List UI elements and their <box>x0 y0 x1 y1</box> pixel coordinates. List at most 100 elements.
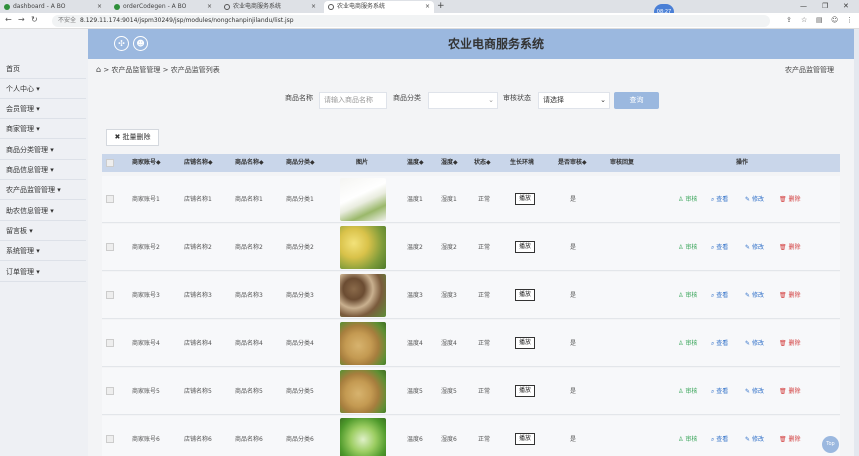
edit-button[interactable]: ✎ 修改 <box>745 416 764 456</box>
col-shop[interactable]: 店铺名称◆ <box>184 154 213 172</box>
reading-list-icon[interactable]: ▤ <box>816 16 823 24</box>
forward-icon[interactable]: → <box>18 15 25 24</box>
sidebar-item-categories[interactable]: 商品分类管理 ▾ <box>0 140 86 160</box>
view-label: 查看 <box>716 388 729 395</box>
share-icon[interactable]: ⇪ <box>786 16 792 24</box>
sidebar-item-messages[interactable]: 留言板 ▾ <box>0 221 86 241</box>
col-product[interactable]: 商品名称◆ <box>235 154 264 172</box>
status-select[interactable]: 请选择 ⌄ <box>538 92 610 109</box>
edit-button[interactable]: ✎ 修改 <box>745 272 764 319</box>
row-checkbox[interactable] <box>106 243 114 251</box>
cell-shop: 店铺名称5 <box>184 388 212 395</box>
breadcrumb-level1[interactable]: 农产品监管管理 <box>111 66 160 74</box>
audit-button[interactable]: ♙ 审核 <box>678 272 697 319</box>
collapse-icon[interactable]: ✣ <box>114 36 129 51</box>
select-all-checkbox[interactable] <box>106 159 114 167</box>
play-button[interactable]: 播放 <box>515 241 535 253</box>
page-scrollbar[interactable] <box>854 29 859 456</box>
cell-shop: 店铺名称4 <box>184 340 212 347</box>
sidebar-item-supervision[interactable]: 农产品监管管理 ▾ <box>0 180 86 200</box>
delete-button[interactable]: 🗑 删除 <box>779 176 801 223</box>
view-button[interactable]: ⌕ 查看 <box>711 176 728 223</box>
audit-button[interactable]: ♙ 审核 <box>678 368 697 415</box>
close-tab-icon[interactable]: × <box>207 1 212 13</box>
play-button[interactable]: 播放 <box>515 385 535 397</box>
sidebar-item-orders[interactable]: 订单管理 ▾ <box>0 262 86 282</box>
play-button[interactable]: 播放 <box>515 337 535 349</box>
batch-delete-button[interactable]: ✖ 批量删除 <box>106 129 159 146</box>
close-tab-icon[interactable]: × <box>425 1 430 13</box>
col-category[interactable]: 商品分类◆ <box>286 154 315 172</box>
col-humid[interactable]: 湿度◆ <box>441 154 458 172</box>
row-checkbox[interactable] <box>106 387 114 395</box>
sidebar-item-assistance[interactable]: 助农信息管理 ▾ <box>0 201 86 221</box>
view-button[interactable]: ⌕ 查看 <box>711 416 728 456</box>
back-to-top-button[interactable]: Top <box>822 436 839 453</box>
play-button[interactable]: 播放 <box>515 289 535 301</box>
view-label: 查看 <box>716 292 729 299</box>
delete-button[interactable]: 🗑 删除 <box>779 416 801 456</box>
tab-label: dashboard - A BO <box>13 3 66 10</box>
minimize-icon[interactable]: — <box>800 0 807 12</box>
cell-status: 正常 <box>478 340 491 347</box>
delete-button[interactable]: 🗑 删除 <box>779 368 801 415</box>
product-name-input[interactable]: 请输入商品名称 <box>319 92 387 109</box>
browser-tab-active[interactable]: 农业电商服务系统 × <box>324 1 434 13</box>
col-temp[interactable]: 温度◆ <box>407 154 424 172</box>
sidebar-item-personal[interactable]: 个人中心 ▾ <box>0 79 86 99</box>
sidebar-item-home[interactable]: 首页 <box>0 59 86 79</box>
cell-category: 商品分类5 <box>286 388 314 395</box>
delete-button[interactable]: 🗑 删除 <box>779 272 801 319</box>
edit-button[interactable]: ✎ 修改 <box>745 368 764 415</box>
col-status[interactable]: 状态◆ <box>474 154 491 172</box>
new-tab-icon[interactable]: + <box>437 0 445 12</box>
play-button[interactable]: 播放 <box>515 433 535 445</box>
tab-label: 农业电商服务系统 <box>233 3 282 10</box>
restore-icon[interactable]: ❐ <box>822 0 828 12</box>
sidebar-item-system[interactable]: 系统管理 ▾ <box>0 241 86 261</box>
edit-button[interactable]: ✎ 修改 <box>745 224 764 271</box>
col-account[interactable]: 商家账号◆ <box>132 154 161 172</box>
row-checkbox[interactable] <box>106 339 114 347</box>
close-tab-icon[interactable]: × <box>97 1 102 13</box>
chevron-down-icon: ⌄ <box>600 96 606 104</box>
audit-button[interactable]: ♙ 审核 <box>678 176 697 223</box>
reload-icon[interactable]: ↻ <box>31 15 38 24</box>
profile-icon[interactable]: ☺ <box>831 16 838 24</box>
back-icon[interactable]: ← <box>5 15 12 24</box>
row-checkbox[interactable] <box>106 291 114 299</box>
category-select[interactable]: ⌄ <box>428 92 498 109</box>
close-tab-icon[interactable]: × <box>311 1 316 13</box>
delete-button[interactable]: 🗑 删除 <box>779 320 801 367</box>
row-checkbox[interactable] <box>106 435 114 443</box>
menu-icon[interactable]: ⋮ <box>846 16 853 24</box>
col-audited[interactable]: 是否审核◆ <box>558 154 587 172</box>
audit-button[interactable]: ♙ 审核 <box>678 416 697 456</box>
edit-button[interactable]: ✎ 修改 <box>745 320 764 367</box>
home-icon[interactable]: ⌂ <box>96 65 101 74</box>
view-button[interactable]: ⌕ 查看 <box>711 272 728 319</box>
edit-button[interactable]: ✎ 修改 <box>745 176 764 223</box>
cell-category: 商品分类6 <box>286 436 314 443</box>
sidebar-item-members[interactable]: 会员管理 ▾ <box>0 99 86 119</box>
section-title: 农产品监管管理 <box>785 66 834 74</box>
audit-button[interactable]: ♙ 审核 <box>678 224 697 271</box>
sidebar-item-merchants[interactable]: 商家管理 ▾ <box>0 119 86 139</box>
browser-tab[interactable]: orderCodegen - A BO × <box>110 1 216 13</box>
search-button[interactable]: 查询 <box>614 92 659 109</box>
url-field[interactable]: 不安全 8.129.11.174:9014/jspm30249/jsp/modul… <box>52 15 770 27</box>
play-button[interactable]: 播放 <box>515 193 535 205</box>
browser-tab[interactable]: dashboard - A BO × <box>0 1 106 13</box>
view-button[interactable]: ⌕ 查看 <box>711 368 728 415</box>
bookmark-star-icon[interactable]: ☆ <box>801 16 807 24</box>
browser-tab[interactable]: 农业电商服务系统 × <box>220 1 320 13</box>
close-window-icon[interactable]: ✕ <box>843 0 849 12</box>
sidebar-item-products[interactable]: 商品信息管理 ▾ <box>0 160 86 180</box>
delete-button[interactable]: 🗑 删除 <box>779 224 801 271</box>
delete-label: 删除 <box>788 196 801 203</box>
audit-button[interactable]: ♙ 审核 <box>678 320 697 367</box>
user-icon[interactable]: ☻ <box>133 36 148 51</box>
view-button[interactable]: ⌕ 查看 <box>711 320 728 367</box>
view-button[interactable]: ⌕ 查看 <box>711 224 728 271</box>
row-checkbox[interactable] <box>106 195 114 203</box>
